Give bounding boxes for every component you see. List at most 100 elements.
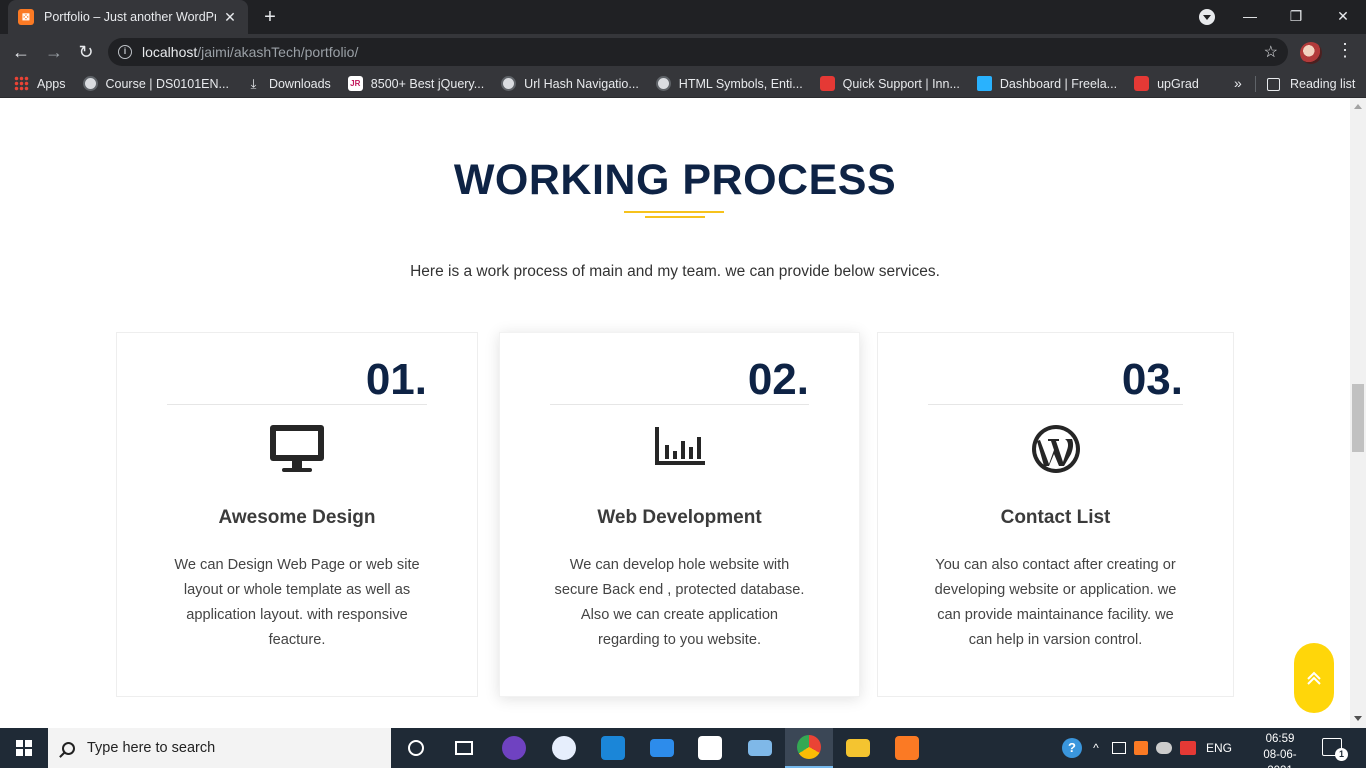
browser-tab[interactable]: ⊠ Portfolio – Just another WordPre ✕ bbox=[8, 0, 248, 34]
github-desktop-app[interactable] bbox=[490, 728, 538, 768]
start-button[interactable] bbox=[0, 728, 48, 768]
bookmark-label: Url Hash Navigatio... bbox=[524, 76, 639, 91]
card-divider bbox=[928, 404, 1183, 405]
site-info-icon[interactable]: i bbox=[118, 45, 132, 59]
section-title: WORKING PROCESS bbox=[453, 156, 897, 204]
mail-icon bbox=[650, 739, 674, 757]
card-number: 03. bbox=[1121, 355, 1183, 404]
menu-kebab-icon[interactable]: ⋮ bbox=[1336, 40, 1354, 61]
double-chevron-up-icon bbox=[1307, 671, 1321, 685]
mail-app[interactable] bbox=[638, 728, 686, 768]
tab-title: Portfolio – Just another WordPre bbox=[44, 10, 216, 24]
clock-time: 06:59 bbox=[1265, 733, 1295, 745]
card-description: You can also contact after creating or d… bbox=[934, 557, 1177, 648]
download-icon: ⤓ bbox=[250, 76, 257, 91]
system-tray: ? ^ ENG bbox=[1062, 728, 1232, 768]
language-indicator[interactable]: ENG bbox=[1206, 741, 1232, 755]
process-card-3: 03. Contact List You can also contact af… bbox=[877, 332, 1234, 697]
card-divider bbox=[167, 404, 427, 405]
page-viewport: WORKING PROCESS Here is a work process o… bbox=[0, 98, 1350, 728]
profile-avatar[interactable] bbox=[1300, 42, 1322, 64]
clock-date: 08-06-2021 bbox=[1263, 749, 1297, 777]
vscode-icon bbox=[601, 736, 625, 760]
card-description: We can Design Web Page or web site layou… bbox=[174, 557, 420, 648]
bookmark-course[interactable]: Course | DS0101EN... bbox=[82, 76, 229, 91]
scrollbar-thumb[interactable] bbox=[1352, 384, 1364, 452]
reading-list-button[interactable]: Reading list bbox=[1267, 70, 1355, 98]
vscode-app[interactable] bbox=[589, 728, 637, 768]
bookmarks-separator bbox=[1255, 76, 1256, 92]
scroll-down-arrow-icon[interactable] bbox=[1354, 716, 1362, 721]
bookmark-freelancer[interactable]: Dashboard | Freela... bbox=[976, 76, 1117, 91]
bookmark-label: upGrad bbox=[1157, 76, 1199, 91]
windows-logo-icon bbox=[16, 740, 32, 756]
notifications-button[interactable]: 1 bbox=[1322, 738, 1348, 761]
bookmark-label: Apps bbox=[37, 76, 66, 91]
bookmark-label: HTML Symbols, Enti... bbox=[678, 76, 803, 91]
scroll-up-arrow-icon[interactable] bbox=[1354, 104, 1362, 109]
bookmark-upgrad[interactable]: upGrad bbox=[1134, 76, 1199, 91]
cortana-icon bbox=[408, 740, 424, 756]
reload-button[interactable]: ↻ bbox=[74, 40, 98, 64]
bookmark-quick-support[interactable]: Quick Support | Inn... bbox=[819, 76, 960, 91]
close-tab-icon[interactable]: ✕ bbox=[222, 9, 238, 26]
close-window-button[interactable]: ✕ bbox=[1320, 0, 1366, 34]
search-icon bbox=[62, 741, 75, 755]
section-intro: Here is a work process of main and my te… bbox=[410, 263, 940, 280]
system-clock[interactable]: 06:59 08-06-2021 bbox=[1255, 731, 1305, 779]
restore-button[interactable]: ❐ bbox=[1273, 0, 1319, 34]
bookmark-label: Downloads bbox=[268, 76, 331, 91]
globe-icon bbox=[501, 76, 517, 91]
minimize-button[interactable]: — bbox=[1227, 0, 1273, 34]
address-bar[interactable]: i localhost/jaimi/akashTech/portfolio/ ☆ bbox=[108, 38, 1288, 66]
back-button[interactable]: ← bbox=[9, 40, 33, 64]
xampp-tray-icon[interactable] bbox=[1134, 741, 1148, 755]
globe-icon bbox=[655, 76, 671, 91]
bookmark-star-icon[interactable]: ☆ bbox=[1264, 42, 1278, 62]
github-icon bbox=[502, 736, 526, 760]
task-view-button[interactable] bbox=[440, 728, 488, 768]
folder-icon bbox=[846, 739, 870, 757]
bookmarks-overflow-button[interactable]: » bbox=[1234, 75, 1242, 91]
reading-list-label: Reading list bbox=[1290, 77, 1356, 91]
process-card-2: 02. Web Development We can develop hole … bbox=[499, 332, 860, 697]
xampp-app[interactable] bbox=[883, 728, 931, 768]
reading-list-icon bbox=[1267, 77, 1280, 91]
cortana-button[interactable] bbox=[392, 728, 440, 768]
network-icon[interactable] bbox=[1180, 741, 1196, 755]
store-app[interactable] bbox=[686, 728, 734, 768]
bookmark-apps[interactable]: Apps bbox=[14, 76, 66, 91]
app-w[interactable] bbox=[540, 728, 588, 768]
card-number: 01. bbox=[365, 355, 427, 404]
help-icon[interactable]: ? bbox=[1062, 738, 1082, 758]
bookmark-downloads[interactable]: ⤓ Downloads bbox=[246, 76, 331, 91]
tab-search-icon[interactable] bbox=[1199, 9, 1215, 25]
w-app-icon bbox=[552, 736, 576, 760]
chevron-up-icon[interactable]: ^ bbox=[1090, 741, 1102, 755]
browser-toolbar: ← → ↻ i localhost/jaimi/akashTech/portfo… bbox=[0, 34, 1366, 70]
bookmarks-bar: Apps Course | DS0101EN... ⤓ Downloads JR… bbox=[0, 70, 1366, 98]
xampp-favicon-icon: ⊠ bbox=[18, 9, 34, 25]
onedrive-icon[interactable] bbox=[1156, 742, 1172, 754]
card-divider bbox=[550, 404, 809, 405]
forward-button[interactable]: → bbox=[42, 40, 66, 64]
card-number: 02. bbox=[747, 355, 809, 404]
bookmark-url-hash[interactable]: Url Hash Navigatio... bbox=[501, 76, 639, 91]
wordpress-icon bbox=[1031, 425, 1080, 473]
card-title: Contact List bbox=[1000, 507, 1111, 528]
battery-icon[interactable] bbox=[1112, 742, 1126, 754]
chrome-icon bbox=[797, 735, 821, 759]
file-explorer-app[interactable] bbox=[834, 728, 882, 768]
bookmark-html-symbols[interactable]: HTML Symbols, Enti... bbox=[655, 76, 803, 91]
new-tab-button[interactable]: + bbox=[258, 5, 282, 29]
card-title: Awesome Design bbox=[218, 507, 376, 528]
title-underline-short bbox=[645, 216, 705, 218]
bar-chart-icon bbox=[654, 427, 705, 465]
bookmark-label: Course | DS0101EN... bbox=[105, 76, 229, 91]
laptop-app[interactable] bbox=[736, 728, 784, 768]
bookmark-jquery[interactable]: JR 8500+ Best jQuery... bbox=[347, 76, 484, 91]
chrome-app[interactable] bbox=[785, 728, 833, 768]
back-to-top-button[interactable] bbox=[1294, 643, 1334, 713]
taskbar-search-box[interactable]: Type here to search bbox=[48, 728, 391, 768]
process-card-1: 01. Awesome Design We can Design Web Pag… bbox=[116, 332, 478, 697]
